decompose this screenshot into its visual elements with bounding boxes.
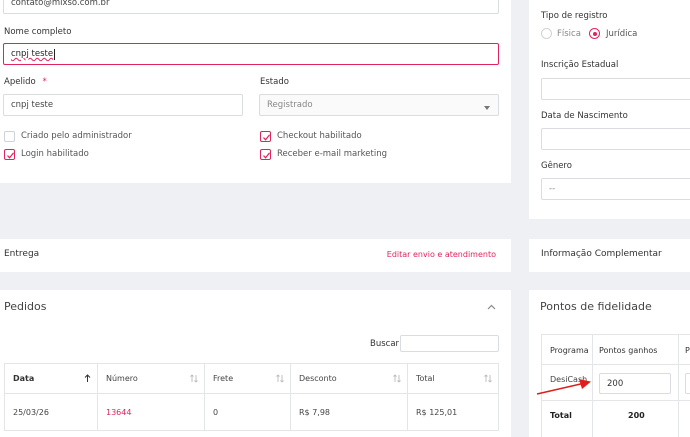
radio-fisica-label: Física — [557, 29, 581, 39]
email-marketing-label: Receber e-mail marketing — [277, 149, 387, 159]
loyalty-header-row: Programa Pontos ganhos P — [542, 335, 690, 437]
check-icon — [263, 134, 271, 141]
state-label: Estado — [260, 77, 289, 87]
col-shipping[interactable]: Frete — [204, 363, 291, 394]
third-col-input[interactable] — [685, 373, 690, 394]
points-value: 200 — [607, 378, 624, 389]
state-registration-label: Inscrição Estadual — [541, 60, 619, 70]
check-icon — [263, 152, 271, 159]
registration-type-label: Tipo de registro — [541, 11, 608, 21]
radio-juridica[interactable] — [589, 28, 600, 39]
email-marketing-checkbox[interactable] — [260, 149, 271, 160]
sort-icon — [393, 374, 401, 385]
delivery-card: Entrega Editar envio e atendimento — [0, 239, 511, 272]
radio-fisica[interactable] — [541, 28, 552, 39]
radio-dot — [592, 31, 597, 36]
chevron-down-icon — [484, 103, 490, 113]
col-third-partial: P — [685, 346, 690, 355]
customer-form-card: contato@mixso.com.br Nome completo cnpj … — [0, 0, 511, 183]
col-total[interactable]: Total — [407, 363, 499, 394]
orders-title: Pedidos — [4, 300, 47, 313]
col-program: Programa — [550, 346, 589, 355]
order-discount: R$ 7,98 — [290, 393, 408, 431]
orders-table: Data Número Frete Desconto Total 25/03/2… — [4, 363, 499, 431]
order-total: R$ 125,01 — [407, 393, 499, 431]
full-name-value: cnpj teste — [11, 49, 54, 59]
extra-info-card: Informação Complementar — [529, 239, 690, 272]
state-value: Registrado — [267, 100, 313, 110]
text-cursor — [54, 48, 56, 60]
created-by-admin-checkbox[interactable] — [4, 131, 15, 142]
gender-label: Gênero — [541, 161, 572, 171]
required-mark: * — [42, 77, 47, 87]
total-label: Total — [550, 411, 572, 420]
chevron-up-icon[interactable] — [487, 303, 496, 312]
col-discount[interactable]: Desconto — [290, 363, 408, 394]
login-enabled-label: Login habilitado — [21, 149, 89, 159]
order-shipping: 0 — [204, 393, 291, 431]
nickname-input[interactable]: cnpj teste — [3, 94, 243, 116]
gender-value: -- — [549, 184, 556, 194]
order-number-link[interactable]: 13644 — [97, 393, 205, 431]
points-input[interactable]: 200 — [599, 373, 671, 394]
col-points: Pontos ganhos — [599, 346, 658, 355]
sort-asc-icon — [84, 374, 91, 385]
state-select[interactable]: Registrado — [259, 94, 499, 116]
col-date[interactable]: Data — [4, 363, 98, 394]
nickname-value: cnpj teste — [11, 100, 54, 110]
checkout-enabled-checkbox[interactable] — [260, 131, 271, 142]
orders-header-row: Data Número Frete Desconto Total — [4, 363, 499, 394]
search-input[interactable] — [400, 335, 499, 352]
checkout-enabled-label: Checkout habilitado — [277, 131, 362, 141]
table-row[interactable]: 25/03/26 13644 0 R$ 7,98 R$ 125,01 — [4, 393, 499, 431]
loyalty-card: Pontos de fidelidade Programa Pontos gan… — [529, 290, 690, 437]
extra-info-title: Informação Complementar — [541, 249, 662, 259]
check-icon — [7, 152, 15, 159]
edit-delivery-link[interactable]: Editar envio e atendimento — [387, 250, 496, 259]
email-field[interactable]: contato@mixso.com.br — [3, 0, 499, 14]
birth-date-input[interactable] — [541, 128, 690, 150]
sort-icon — [276, 374, 284, 385]
annotation-arrow-icon — [536, 379, 591, 395]
login-enabled-checkbox[interactable] — [4, 149, 15, 160]
state-registration-input[interactable] — [541, 78, 690, 100]
gender-select[interactable]: -- — [541, 178, 690, 200]
full-name-input[interactable]: cnpj teste — [3, 43, 499, 65]
search-label: Buscar — [370, 339, 400, 349]
col-number[interactable]: Número — [97, 363, 205, 394]
loyalty-total-row: Total 200 — [542, 401, 690, 437]
created-by-admin-label: Criado pelo administrador — [21, 131, 132, 141]
order-date: 25/03/26 — [4, 393, 98, 431]
registration-card: Tipo de registro Física Jurídica Inscriç… — [529, 0, 690, 219]
loyalty-title: Pontos de fidelidade — [540, 300, 652, 313]
orders-card: Pedidos Buscar Data Número Frete Descont… — [0, 290, 511, 437]
sort-icon — [484, 374, 492, 385]
total-value: 200 — [628, 411, 645, 420]
delivery-title: Entrega — [4, 249, 40, 259]
full-name-label: Nome completo — [4, 27, 72, 37]
nickname-label: Apelido * — [4, 77, 47, 87]
radio-juridica-label: Jurídica — [606, 29, 638, 39]
sort-icon — [190, 374, 198, 385]
birth-date-label: Data de Nascimento — [541, 111, 628, 121]
email-value: contato@mixso.com.br — [11, 0, 110, 8]
